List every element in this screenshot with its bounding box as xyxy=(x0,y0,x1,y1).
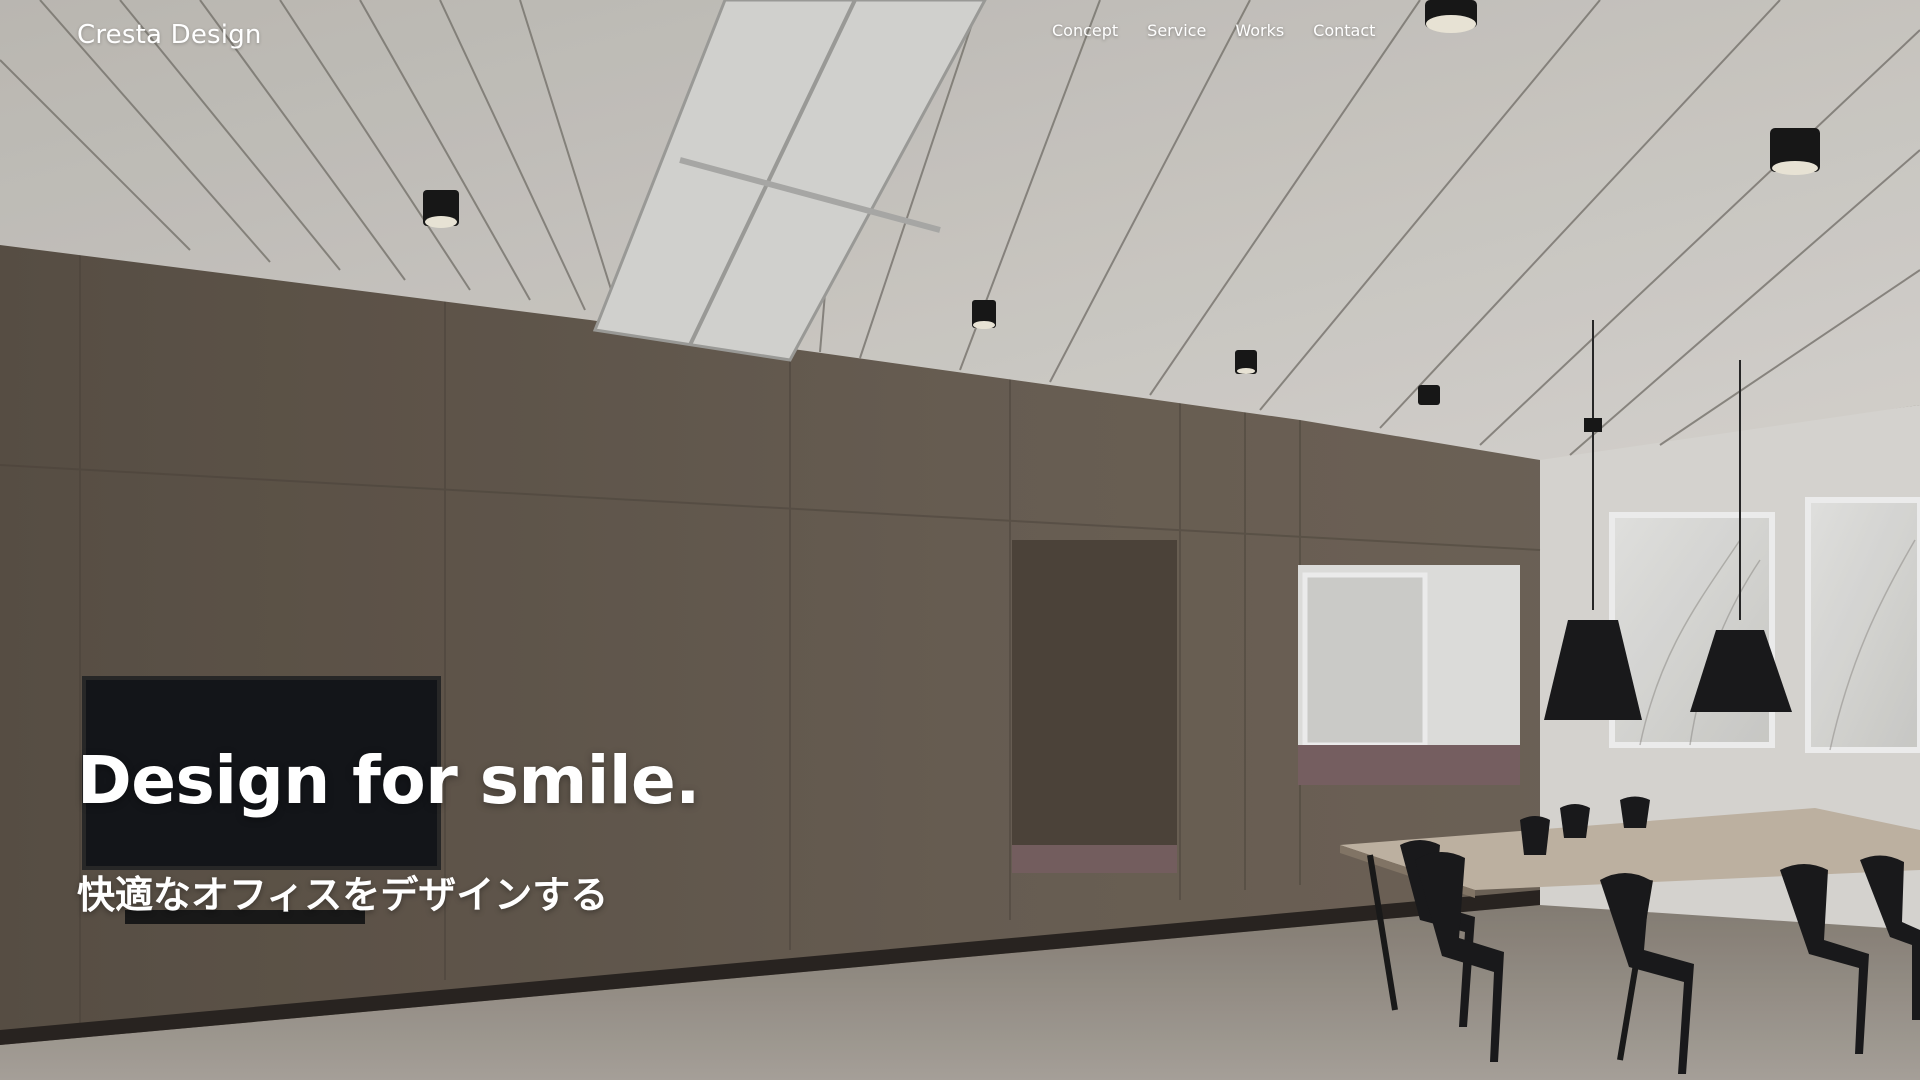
nav-link-contact[interactable]: Contact xyxy=(1313,21,1375,40)
hero-section: Cresta Design Concept Service Works Cont… xyxy=(0,0,1920,1080)
main-nav: Concept Service Works Contact xyxy=(1052,21,1404,40)
nav-link-service[interactable]: Service xyxy=(1147,21,1206,40)
nav-link-concept[interactable]: Concept xyxy=(1052,21,1118,40)
hero-subtitle: 快適なオフィスをデザインする xyxy=(77,873,609,917)
hero-title: Design for smile. xyxy=(77,742,700,819)
site-logo[interactable]: Cresta Design xyxy=(77,20,262,50)
site-header: Cresta Design Concept Service Works Cont… xyxy=(0,0,1920,80)
nav-link-works[interactable]: Works xyxy=(1235,21,1284,40)
